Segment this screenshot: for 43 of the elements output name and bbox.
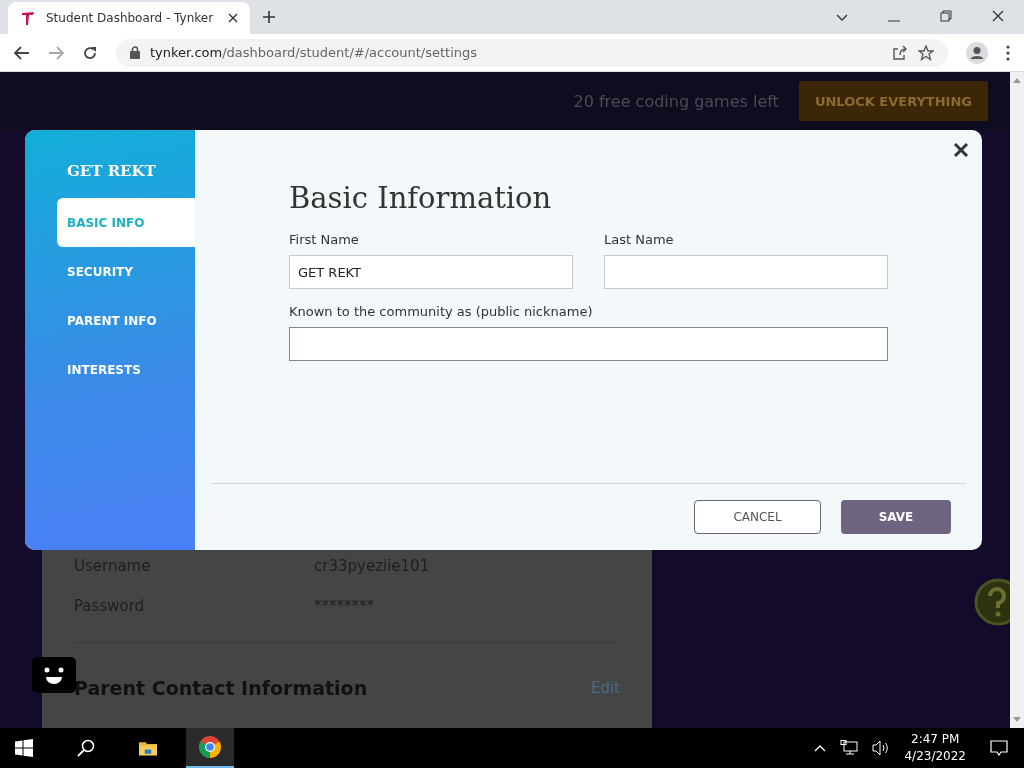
account-value: ******** bbox=[314, 597, 374, 615]
cancel-button[interactable]: CANCEL bbox=[694, 500, 821, 534]
sidebar-tab[interactable]: SECURITY bbox=[57, 247, 195, 296]
save-button[interactable]: SAVE bbox=[841, 500, 951, 534]
help-icon[interactable] bbox=[974, 578, 1010, 626]
browser-tab[interactable]: Student Dashboard - Tynker bbox=[8, 2, 250, 34]
unlock-button[interactable]: UNLOCK EVERYTHING bbox=[798, 81, 988, 121]
chat-bot-icon[interactable] bbox=[32, 657, 76, 693]
star-icon[interactable] bbox=[918, 44, 934, 61]
reload-icon[interactable] bbox=[82, 44, 98, 61]
chrome-icon bbox=[199, 736, 221, 758]
field-label: Last Name bbox=[604, 232, 675, 247]
sidebar-tab[interactable]: INTERESTS bbox=[57, 345, 195, 394]
chrome-taskbar-button[interactable] bbox=[186, 728, 234, 768]
notification-icon[interactable] bbox=[990, 740, 1008, 756]
share-icon[interactable] bbox=[892, 44, 908, 61]
close-icon[interactable] bbox=[992, 10, 1004, 22]
clock-time: 2:47 PM bbox=[911, 731, 960, 748]
network-icon[interactable] bbox=[840, 740, 859, 756]
new-tab-icon[interactable] bbox=[262, 10, 276, 24]
address-bar[interactable]: tynker.com/dashboard/student/#/account/settings bbox=[116, 38, 948, 67]
volume-icon[interactable] bbox=[872, 740, 891, 756]
sidebar-tab[interactable]: BASIC INFO bbox=[57, 198, 195, 247]
restore-icon[interactable] bbox=[940, 10, 952, 22]
clock-date: 4/23/2022 bbox=[904, 748, 966, 765]
input-field[interactable] bbox=[289, 327, 888, 361]
dialog-title: Basic Information bbox=[289, 180, 553, 217]
chevron-up-icon[interactable] bbox=[814, 744, 827, 752]
back-icon[interactable] bbox=[14, 45, 30, 60]
chevron-down-icon[interactable] bbox=[836, 14, 848, 22]
user-name: GET REKT bbox=[66, 162, 157, 180]
input-field[interactable]: GET REKT bbox=[289, 255, 573, 289]
tab-title: Student Dashboard - Tynker bbox=[46, 11, 215, 25]
profile-icon[interactable] bbox=[966, 41, 988, 64]
field-label: Known to the community as (public nickname) bbox=[289, 304, 594, 319]
sidebar-tab[interactable]: PARENT INFO bbox=[57, 296, 195, 345]
lock-icon bbox=[130, 46, 140, 59]
menu-icon[interactable] bbox=[1006, 44, 1010, 61]
close-icon[interactable] bbox=[228, 13, 238, 23]
close-icon[interactable] bbox=[953, 142, 969, 158]
promo-text: 20 free coding games left bbox=[573, 91, 779, 111]
field-label: First Name bbox=[289, 232, 360, 247]
input-field[interactable] bbox=[604, 255, 888, 289]
